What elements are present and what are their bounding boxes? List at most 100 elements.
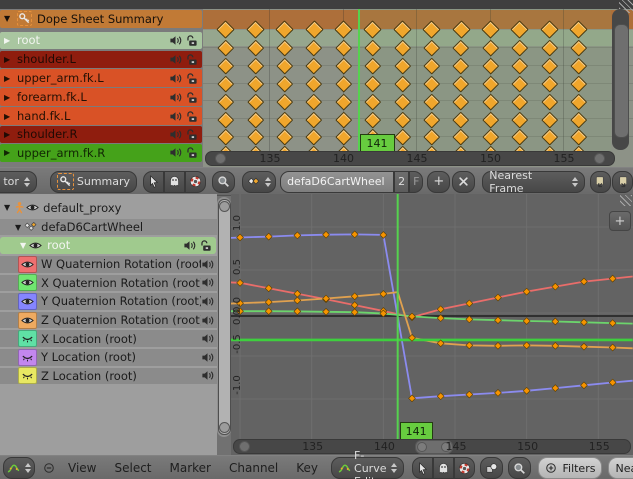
fcurve-channel-3[interactable]: Y Quaternion Rotation (root) xyxy=(0,293,234,310)
fcurve-channel-7[interactable]: Z Location (root) xyxy=(0,368,234,385)
curve-keyframe-point[interactable] xyxy=(466,300,473,307)
fcurve-channel-6[interactable]: Y Location (root) xyxy=(0,349,234,366)
menu-channel[interactable]: Channel xyxy=(229,461,278,475)
scrollbar-thumb[interactable] xyxy=(614,24,629,138)
keyframe-diamond[interactable] xyxy=(247,93,263,109)
action-name-field[interactable]: defaD6CartWheel xyxy=(280,171,394,193)
unlink-action-button[interactable] xyxy=(452,171,475,193)
eye-icon[interactable] xyxy=(29,239,42,252)
dope-channel-shoulder.R[interactable]: ▶shoulder.R xyxy=(0,126,202,144)
curve-keyframe-point[interactable] xyxy=(523,342,530,349)
curve-keyframe-point[interactable] xyxy=(265,233,272,240)
fcurve-channel-4[interactable]: Z Quaternion Rotation (root) xyxy=(0,312,234,329)
curve-keyframe-point[interactable] xyxy=(437,306,444,313)
curve-keyframe-point[interactable] xyxy=(351,309,358,316)
mute-speaker-icon[interactable] xyxy=(201,258,214,271)
keyframe-diamond[interactable] xyxy=(306,76,322,92)
curve-keyframe-point[interactable] xyxy=(409,313,416,320)
ghost-button[interactable] xyxy=(433,457,454,479)
zoom-filter-button[interactable] xyxy=(212,171,235,193)
mute-speaker-icon[interactable] xyxy=(201,295,214,308)
curve-keyframe-point[interactable] xyxy=(323,295,330,302)
triangle-down-icon[interactable]: ▼ xyxy=(15,223,21,232)
eye-open-icon[interactable] xyxy=(21,314,34,327)
triangle-right-icon[interactable]: ▶ xyxy=(4,93,14,102)
summary-toggle-button[interactable]: Summary xyxy=(50,171,137,193)
keyframe-diamond[interactable] xyxy=(218,58,234,74)
curve-keyframe-point[interactable] xyxy=(609,320,616,327)
keyframe-diamond[interactable] xyxy=(218,93,234,109)
curve-keyframe-point[interactable] xyxy=(265,299,272,306)
curve-keyframe-point[interactable] xyxy=(552,283,559,290)
mute-speaker-icon[interactable] xyxy=(169,53,182,66)
mute-speaker-icon[interactable] xyxy=(169,72,182,85)
fcurve-channel-1[interactable]: W Quaternion Rotation (root) xyxy=(0,256,234,273)
editor-type-dropdown[interactable] xyxy=(3,457,35,479)
lock-icon[interactable] xyxy=(185,53,198,66)
triangle-down-icon[interactable]: ▼ xyxy=(20,241,26,250)
lock-icon[interactable] xyxy=(199,239,212,252)
graph-plot-area[interactable]: 1.00.50.00.0-0.5-1.0141135140145150155+ xyxy=(231,194,633,455)
scrollbar-handle[interactable] xyxy=(594,153,605,164)
curve-keyframe-point[interactable] xyxy=(495,389,502,396)
keyframe-diamond[interactable] xyxy=(277,111,293,127)
tree-item-defaD6CartWheel[interactable]: ▼defaD6CartWheel xyxy=(0,219,231,235)
keyframe-diamond[interactable] xyxy=(247,129,263,145)
keyframe-diamond[interactable] xyxy=(335,93,351,109)
keyframe-diamond[interactable] xyxy=(306,111,322,127)
dope-channel-forearm.fk.L[interactable]: ▶forearm.fk.L xyxy=(0,88,202,106)
triangle-down-icon[interactable]: ▼ xyxy=(4,14,14,23)
curve-keyframe-point[interactable] xyxy=(552,342,559,349)
keyframe-diamond[interactable] xyxy=(277,76,293,92)
snap-button[interactable] xyxy=(480,457,503,479)
curve-keyframe-point[interactable] xyxy=(294,290,301,297)
open-properties-panel-button[interactable]: + xyxy=(609,211,631,231)
curve-keyframe-point[interactable] xyxy=(581,278,588,285)
new-action-button[interactable]: + xyxy=(427,171,450,193)
curve-keyframe-point[interactable] xyxy=(581,343,588,350)
keyframe-diamond[interactable] xyxy=(277,58,293,74)
lifering-button[interactable] xyxy=(185,171,206,193)
curve-keyframe-point[interactable] xyxy=(581,319,588,326)
eye-open-icon[interactable] xyxy=(21,258,34,271)
lock-icon[interactable] xyxy=(185,34,198,47)
keyframe-diamond[interactable] xyxy=(277,93,293,109)
curve-keyframe-point[interactable] xyxy=(265,308,272,315)
dopesheet-mode-dropdown[interactable]: tor xyxy=(0,171,37,193)
curve-keyframe-point[interactable] xyxy=(351,231,358,238)
triangle-right-icon[interactable]: ▶ xyxy=(4,36,14,45)
keyframe-type-dropdown[interactable] xyxy=(242,171,276,193)
mute-speaker-icon[interactable] xyxy=(201,314,214,327)
keyframe-diamond[interactable] xyxy=(335,58,351,74)
triangle-right-icon[interactable]: ▶ xyxy=(4,74,14,83)
triangle-right-icon[interactable]: ▶ xyxy=(4,55,14,64)
dope-vertical-scrollbar[interactable] xyxy=(612,9,629,150)
curve-keyframe-point[interactable] xyxy=(380,291,387,298)
filters-button[interactable]: Filters xyxy=(538,457,602,479)
menu-marker[interactable]: Marker xyxy=(170,461,211,475)
curve-keyframe-point[interactable] xyxy=(523,387,530,394)
keyframe-diamond[interactable] xyxy=(247,58,263,74)
mute-speaker-icon[interactable] xyxy=(201,276,214,289)
triangle-right-icon[interactable]: ▶ xyxy=(4,130,14,139)
eye-icon[interactable] xyxy=(26,201,39,214)
lock-icon[interactable] xyxy=(185,91,198,104)
curve-keyframe-point[interactable] xyxy=(609,379,616,386)
keyframe-diamond[interactable] xyxy=(306,58,322,74)
fcurve-canvas[interactable] xyxy=(231,194,633,440)
eye-open-icon[interactable] xyxy=(21,276,34,289)
keyframe-diamond[interactable] xyxy=(306,129,322,145)
menu-select[interactable]: Select xyxy=(114,461,151,475)
triangle-down-icon[interactable]: ▼ xyxy=(4,203,10,212)
curve-keyframe-point[interactable] xyxy=(523,288,530,295)
area-resize-grip[interactable] xyxy=(620,195,632,206)
eye-closed-icon[interactable] xyxy=(21,369,34,382)
mute-speaker-icon[interactable] xyxy=(169,34,182,47)
curve-keyframe-point[interactable] xyxy=(351,293,358,300)
dope-summary-row[interactable]: ▼Dope Sheet Summary xyxy=(0,10,202,28)
curve-keyframe-point[interactable] xyxy=(609,275,616,282)
keyframe-diamond[interactable] xyxy=(335,111,351,127)
mute-speaker-icon[interactable] xyxy=(183,239,196,252)
tree-item-default_proxy[interactable]: ▼default_proxy xyxy=(0,199,220,216)
curve-keyframe-point[interactable] xyxy=(552,385,559,392)
